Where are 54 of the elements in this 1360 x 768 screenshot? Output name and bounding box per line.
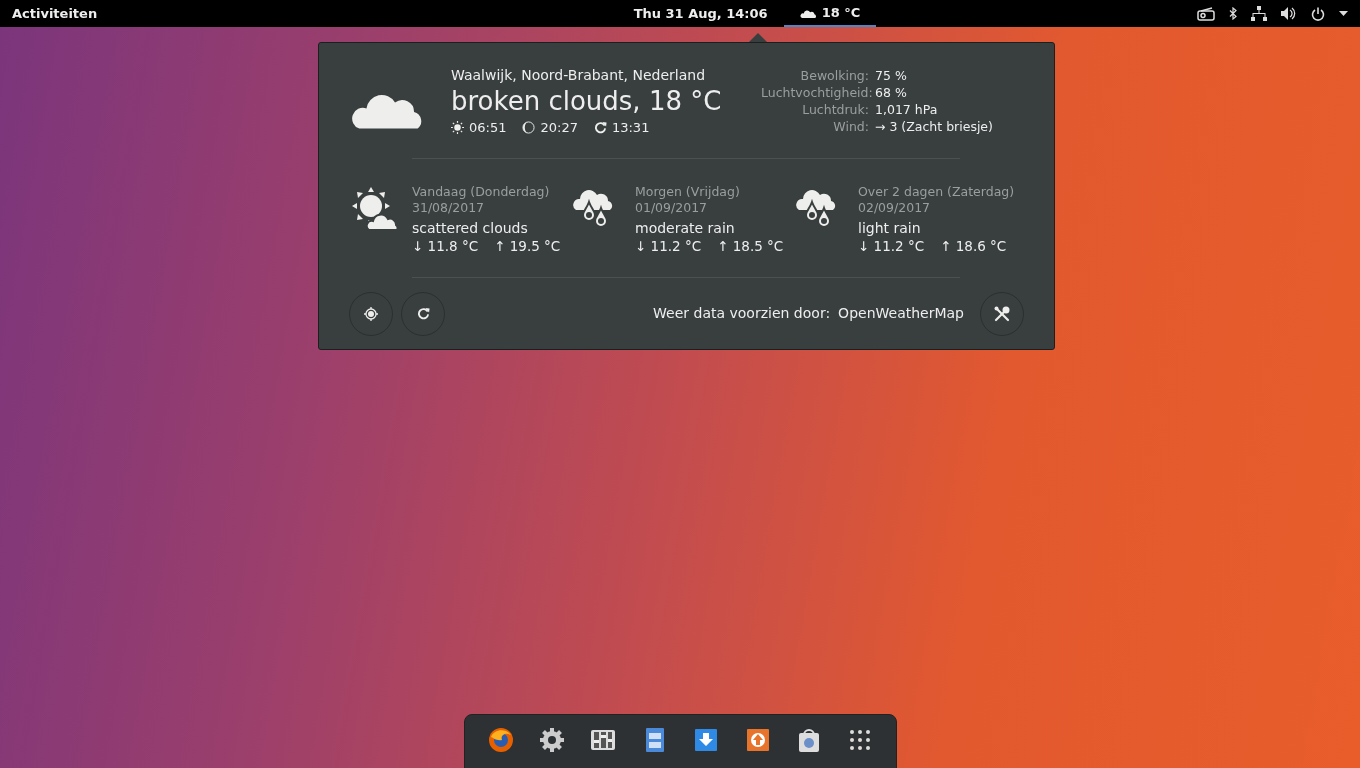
- high-temperature: ↑ 18.5 °C: [717, 237, 784, 255]
- weather-indicator[interactable]: 18 °C: [783, 0, 877, 27]
- detail-label: Wind:: [832, 118, 869, 135]
- locate-button[interactable]: [349, 291, 393, 336]
- refresh-icon: [416, 307, 430, 320]
- provider-label: Weer data voorzien door:: [653, 304, 831, 323]
- moon-icon: [522, 121, 536, 135]
- forecast-day: Over 2 dagen (Zaterdag): [858, 183, 1015, 200]
- gear-launcher[interactable]: [538, 726, 567, 754]
- tools-icon: [993, 304, 1011, 323]
- detail-label: Bewolking:: [799, 67, 869, 84]
- update-icon: [744, 727, 771, 753]
- updated-time: 13:31: [611, 119, 650, 137]
- low-temperature: ↓ 11.8 °C: [412, 237, 479, 255]
- download-icon: [693, 727, 720, 753]
- sliders-icon: [590, 727, 617, 753]
- low-temperature: ↓ 11.2 °C: [635, 237, 702, 255]
- network-icon[interactable]: [1251, 6, 1267, 21]
- high-temperature: ↑ 19.5 °C: [494, 237, 561, 255]
- browser-launcher[interactable]: [486, 726, 515, 754]
- detail-value: 68 %: [875, 84, 908, 101]
- radio-icon[interactable]: [1197, 6, 1215, 21]
- high-temperature: ↑ 18.6 °C: [940, 237, 1007, 255]
- detail-value: 1,017 hPa: [875, 101, 939, 118]
- sun-icon: [451, 121, 464, 135]
- sunrise-time: 06:51: [469, 119, 507, 137]
- forecast-condition: scattered clouds: [412, 218, 529, 238]
- locate-icon: [364, 306, 378, 321]
- power-icon[interactable]: [1311, 6, 1325, 21]
- forecast-day: Vandaag (Donderdag): [412, 183, 561, 200]
- provider-link[interactable]: OpenWeatherMap: [838, 303, 964, 324]
- volume-icon[interactable]: [1281, 7, 1297, 20]
- settings-button[interactable]: [980, 291, 1024, 336]
- forecast-date: 31/08/2017: [412, 199, 486, 216]
- activities-label[interactable]: Activiteiten: [12, 3, 98, 24]
- forecast-date: 01/09/2017: [635, 199, 709, 216]
- location-label: Waalwijk, Noord-Brabant, Nederland: [451, 67, 707, 84]
- forecast-condition: light rain: [858, 218, 922, 238]
- detail-value: 75 %: [875, 67, 908, 84]
- forecast-condition: moderate rain: [635, 218, 736, 238]
- detail-value: → 3 (Zacht briesje): [875, 118, 993, 135]
- forecast-date: 02/09/2017: [858, 199, 932, 216]
- refresh-button[interactable]: [401, 291, 445, 336]
- browser-icon: [487, 727, 514, 753]
- forecast-day: Morgen (Vrijdag): [635, 183, 784, 200]
- sunset-time: 20:27: [540, 119, 578, 137]
- caret-icon[interactable]: [1339, 11, 1348, 16]
- gear-icon: [539, 727, 566, 753]
- bluetooth-icon[interactable]: [1229, 7, 1237, 20]
- low-temperature: ↓ 11.2 °C: [858, 237, 925, 255]
- refresh-icon: [593, 121, 607, 135]
- clock-label[interactable]: Thu 31 Aug, 14:06: [633, 3, 768, 24]
- weather-summary: broken clouds, 18 °C: [451, 85, 722, 118]
- detail-label: Luchtdruk:: [801, 101, 869, 118]
